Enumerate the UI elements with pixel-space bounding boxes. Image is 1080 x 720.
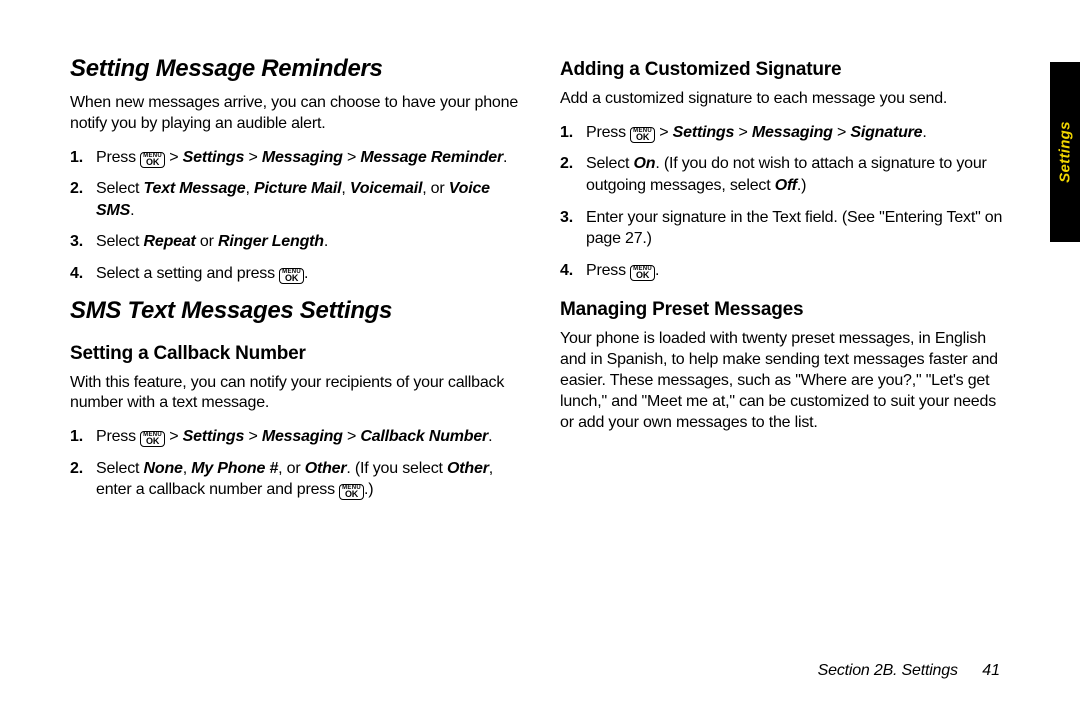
nav-item: Settings: [673, 124, 735, 141]
text: Press: [96, 428, 140, 445]
nav-item: Messaging: [262, 149, 343, 166]
option: Ringer Length: [218, 233, 324, 250]
menu-ok-button-icon: MENUOK: [140, 431, 165, 447]
heading-sms-settings: SMS Text Messages Settings: [70, 297, 520, 325]
text: ,: [183, 460, 192, 477]
side-tab: Settings: [1050, 62, 1080, 242]
steps-signature: Press MENUOK > Settings > Messaging > Si…: [560, 122, 1010, 282]
step: Enter your signature in the Text field. …: [560, 207, 1010, 250]
text: >: [165, 149, 183, 166]
text: Select a setting and press: [96, 265, 279, 282]
text: >: [734, 124, 752, 141]
option: My Phone #: [191, 460, 278, 477]
nav-item: Settings: [183, 149, 245, 166]
text: >: [343, 149, 361, 166]
steps-callback-number: Press MENUOK > Settings > Messaging > Ca…: [70, 426, 520, 501]
nav-item: Message Reminder: [360, 149, 503, 166]
two-column-layout: Setting Message Reminders When new messa…: [70, 55, 1010, 513]
text: Press: [586, 124, 630, 141]
option: Repeat: [144, 233, 196, 250]
paragraph-callback-intro: With this feature, you can notify your r…: [70, 373, 520, 415]
left-column: Setting Message Reminders When new messa…: [70, 55, 520, 513]
steps-message-reminders: Press MENUOK > Settings > Messaging > Me…: [70, 147, 520, 285]
step: Press MENUOK > Settings > Messaging > Me…: [70, 147, 520, 169]
manual-page: Settings Setting Message Reminders When …: [0, 0, 1080, 720]
text: Press: [586, 262, 630, 279]
menu-ok-button-icon: MENUOK: [140, 152, 165, 168]
text: Select: [96, 460, 144, 477]
option: Other: [447, 460, 489, 477]
text: >: [655, 124, 673, 141]
option: Off: [775, 177, 797, 194]
text: .: [488, 428, 492, 445]
text: Select: [96, 180, 144, 197]
subheading-signature: Adding a Customized Signature: [560, 59, 1010, 81]
text: .: [503, 149, 507, 166]
subheading-callback-number: Setting a Callback Number: [70, 343, 520, 365]
text: Select: [586, 155, 634, 172]
text: or: [196, 233, 218, 250]
page-footer: Section 2B. Settings 41: [818, 662, 1000, 680]
text: >: [833, 124, 851, 141]
footer-page-number: 41: [982, 662, 1000, 679]
menu-ok-button-icon: MENUOK: [279, 268, 304, 284]
text: >: [244, 428, 262, 445]
step: Press MENUOK > Settings > Messaging > Si…: [560, 122, 1010, 144]
step: Press MENUOK.: [560, 260, 1010, 282]
text: .): [364, 481, 373, 498]
step: Select Text Message, Picture Mail, Voice…: [70, 178, 520, 221]
right-column: Adding a Customized Signature Add a cust…: [560, 55, 1010, 513]
side-tab-label: Settings: [1057, 121, 1074, 183]
text: .: [130, 202, 134, 219]
nav-item: Signature: [850, 124, 922, 141]
paragraph-signature-intro: Add a customized signature to each messa…: [560, 89, 1010, 110]
text: .: [655, 262, 659, 279]
footer-section: Section 2B. Settings: [818, 662, 958, 679]
nav-item: Messaging: [752, 124, 833, 141]
text: .): [797, 177, 806, 194]
step: Select On. (If you do not wish to attach…: [560, 153, 1010, 196]
step: Select Repeat or Ringer Length.: [70, 231, 520, 253]
text: Press: [96, 149, 140, 166]
text: Select: [96, 233, 144, 250]
step: Select None, My Phone #, or Other. (If y…: [70, 458, 520, 501]
text: Enter your signature in the Text field. …: [586, 209, 1002, 248]
text: , or: [422, 180, 449, 197]
step: Press MENUOK > Settings > Messaging > Ca…: [70, 426, 520, 448]
nav-item: Callback Number: [360, 428, 488, 445]
text: , or: [278, 460, 305, 477]
text: >: [343, 428, 361, 445]
paragraph-preset-intro: Your phone is loaded with twenty preset …: [560, 329, 1010, 433]
text: >: [244, 149, 262, 166]
nav-item: Messaging: [262, 428, 343, 445]
heading-message-reminders: Setting Message Reminders: [70, 55, 520, 83]
text: ,: [341, 180, 350, 197]
text: >: [165, 428, 183, 445]
nav-item: Settings: [183, 428, 245, 445]
option: Picture Mail: [254, 180, 341, 197]
menu-ok-button-icon: MENUOK: [630, 265, 655, 281]
text: ,: [245, 180, 254, 197]
menu-ok-button-icon: MENUOK: [630, 127, 655, 143]
menu-ok-button-icon: MENUOK: [339, 484, 364, 500]
option: Text Message: [144, 180, 246, 197]
text: .: [922, 124, 926, 141]
option: Voicemail: [350, 180, 422, 197]
option: Other: [305, 460, 347, 477]
text: .: [324, 233, 328, 250]
text: . (If you select: [346, 460, 447, 477]
text: .: [304, 265, 308, 282]
subheading-preset-messages: Managing Preset Messages: [560, 299, 1010, 321]
step: Select a setting and press MENUOK.: [70, 263, 520, 285]
paragraph-reminders-intro: When new messages arrive, you can choose…: [70, 93, 520, 135]
option: On: [634, 155, 656, 172]
option: None: [144, 460, 183, 477]
